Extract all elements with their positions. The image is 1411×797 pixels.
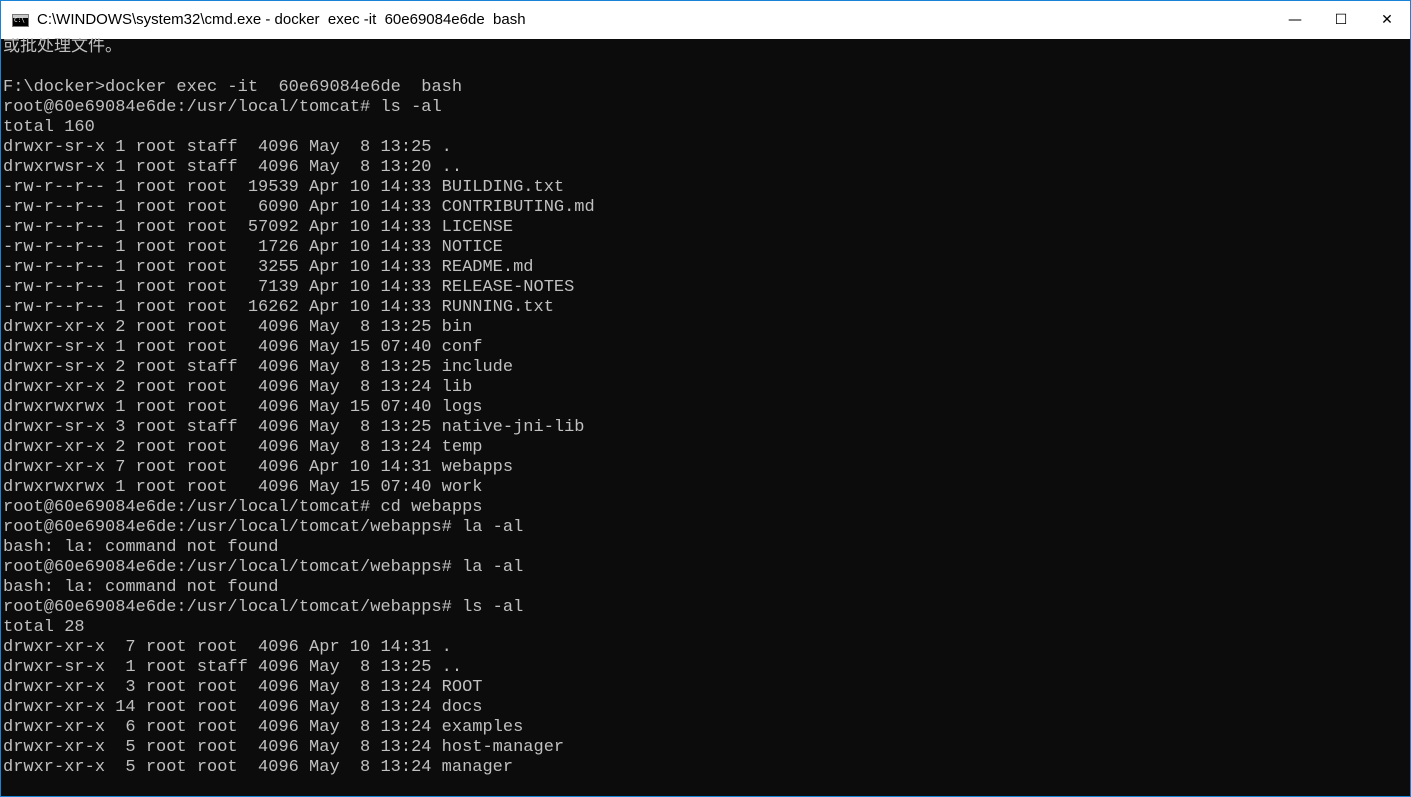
console-line: drwxr-xr-x 5 root root 4096 May 8 13:24 …: [3, 738, 565, 757]
console-line: drwxr-xr-x 5 root root 4096 May 8 13:24 …: [3, 758, 514, 777]
console-line: drwxr-xr-x 2 root root 4096 May 8 13:24 …: [3, 438, 483, 457]
console-line: root@60e69084e6de:/usr/local/tomcat# cd …: [3, 498, 483, 517]
console-line: -rw-r--r-- 1 root root 16262 Apr 10 14:3…: [3, 298, 554, 317]
console-line: -rw-r--r-- 1 root root 6090 Apr 10 14:33…: [3, 198, 595, 217]
maximize-button[interactable]: ☐: [1318, 1, 1364, 39]
console-line: drwxr-xr-x 7 root root 4096 Apr 10 14:31…: [3, 458, 514, 477]
console-line: 或批处理文件。: [3, 38, 122, 57]
console-line: drwxr-xr-x 7 root root 4096 Apr 10 14:31…: [3, 638, 452, 657]
console-line: -rw-r--r-- 1 root root 3255 Apr 10 14:33…: [3, 258, 534, 277]
console-line: root@60e69084e6de:/usr/local/tomcat# ls …: [3, 98, 442, 117]
console-line: root@60e69084e6de:/usr/local/tomcat/weba…: [3, 518, 524, 537]
minimize-button[interactable]: —: [1272, 1, 1318, 39]
console-line: drwxrwxrwx 1 root root 4096 May 15 07:40…: [3, 398, 483, 417]
cmd-window: C:\WINDOWS\system32\cmd.exe - docker exe…: [0, 0, 1411, 797]
console-line: bash: la: command not found: [3, 578, 279, 597]
console-line: drwxr-xr-x 3 root root 4096 May 8 13:24 …: [3, 678, 483, 697]
console-line: drwxr-sr-x 3 root staff 4096 May 8 13:25…: [3, 418, 585, 437]
console-line: bash: la: command not found: [3, 538, 279, 557]
console-line: root@60e69084e6de:/usr/local/tomcat/weba…: [3, 558, 524, 577]
console-line: drwxr-xr-x 14 root root 4096 May 8 13:24…: [3, 698, 483, 717]
console-line: drwxr-sr-x 1 root root 4096 May 15 07:40…: [3, 338, 483, 357]
console-line: root@60e69084e6de:/usr/local/tomcat/weba…: [3, 598, 524, 617]
console-line: -rw-r--r-- 1 root root 19539 Apr 10 14:3…: [3, 178, 565, 197]
console-line: total 28: [3, 618, 85, 637]
console-output[interactable]: 或批处理文件。 F:\docker>docker exec -it 60e6908…: [3, 38, 1398, 795]
vertical-scrollbar[interactable]: [1398, 39, 1410, 796]
cmd-icon[interactable]: [12, 13, 29, 27]
console-line: drwxr-sr-x 1 root staff 4096 May 8 13:25…: [3, 138, 452, 157]
console-line: -rw-r--r-- 1 root root 57092 Apr 10 14:3…: [3, 218, 514, 237]
console-line: drwxr-sr-x 1 root staff 4096 May 8 13:25…: [3, 658, 463, 677]
close-button[interactable]: ✕: [1364, 1, 1410, 39]
console-line: drwxr-sr-x 2 root staff 4096 May 8 13:25…: [3, 358, 514, 377]
console-line: drwxr-xr-x 2 root root 4096 May 8 13:25 …: [3, 318, 473, 337]
window-title: C:\WINDOWS\system32\cmd.exe - docker exe…: [37, 11, 526, 28]
console-line: F:\docker>docker exec -it 60e69084e6de b…: [3, 78, 463, 97]
console-line: drwxrwxrwx 1 root root 4096 May 15 07:40…: [3, 478, 483, 497]
title-bar[interactable]: C:\WINDOWS\system32\cmd.exe - docker exe…: [1, 1, 1410, 39]
console-line: drwxr-xr-x 2 root root 4096 May 8 13:24 …: [3, 378, 473, 397]
console-line: drwxr-xr-x 6 root root 4096 May 8 13:24 …: [3, 718, 524, 737]
window-controls: — ☐ ✕: [1272, 1, 1410, 39]
console-line: -rw-r--r-- 1 root root 1726 Apr 10 14:33…: [3, 238, 503, 257]
console-line: total 160: [3, 118, 95, 137]
console-line: drwxrwsr-x 1 root staff 4096 May 8 13:20…: [3, 158, 463, 177]
console-line: -rw-r--r-- 1 root root 7139 Apr 10 14:33…: [3, 278, 575, 297]
